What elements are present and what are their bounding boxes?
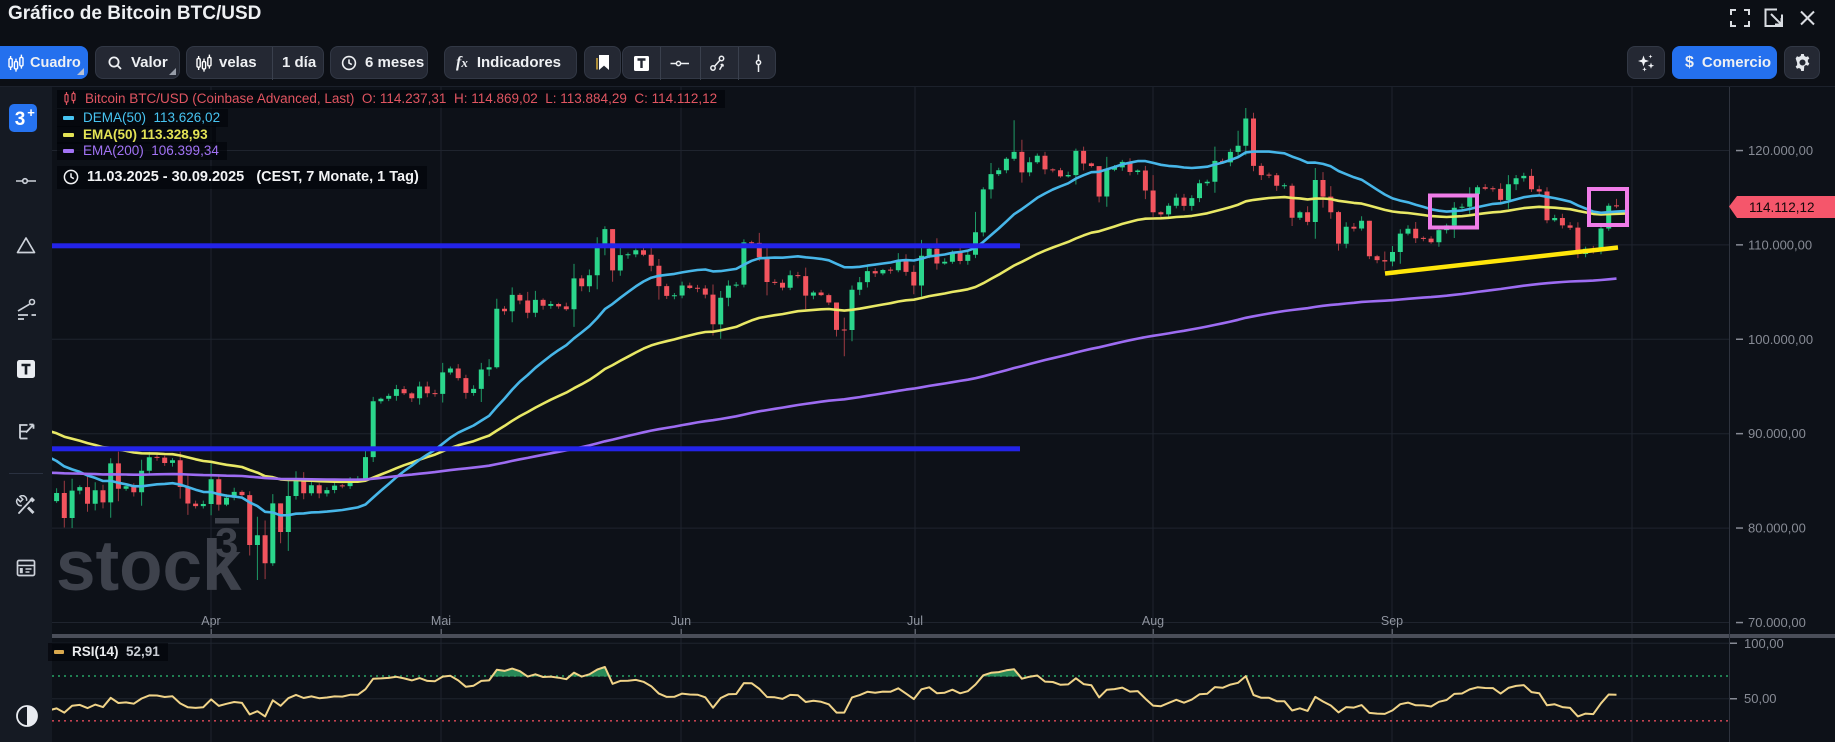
svg-text:100,00: 100,00 xyxy=(1744,636,1784,651)
svg-text:114.112,12: 114.112,12 xyxy=(1749,200,1815,215)
svg-text:120.000,00: 120.000,00 xyxy=(1748,143,1813,158)
svg-text:80.000,00: 80.000,00 xyxy=(1748,521,1806,536)
svg-text:Sep: Sep xyxy=(1381,614,1403,628)
svg-text:Mai: Mai xyxy=(431,614,451,628)
svg-text:3: 3 xyxy=(215,519,238,566)
svg-text:100.000,00: 100.000,00 xyxy=(1748,332,1813,347)
svg-text:90.000,00: 90.000,00 xyxy=(1748,426,1806,441)
svg-text:50,00: 50,00 xyxy=(1744,691,1777,706)
svg-text:Jun: Jun xyxy=(671,614,691,628)
svg-text:110.000,00: 110.000,00 xyxy=(1748,237,1812,252)
svg-text:Aug: Aug xyxy=(1142,614,1164,628)
svg-text:70.000,00: 70.000,00 xyxy=(1748,615,1806,630)
svg-text:Apr: Apr xyxy=(201,614,220,628)
svg-text:Jul: Jul xyxy=(907,614,923,628)
